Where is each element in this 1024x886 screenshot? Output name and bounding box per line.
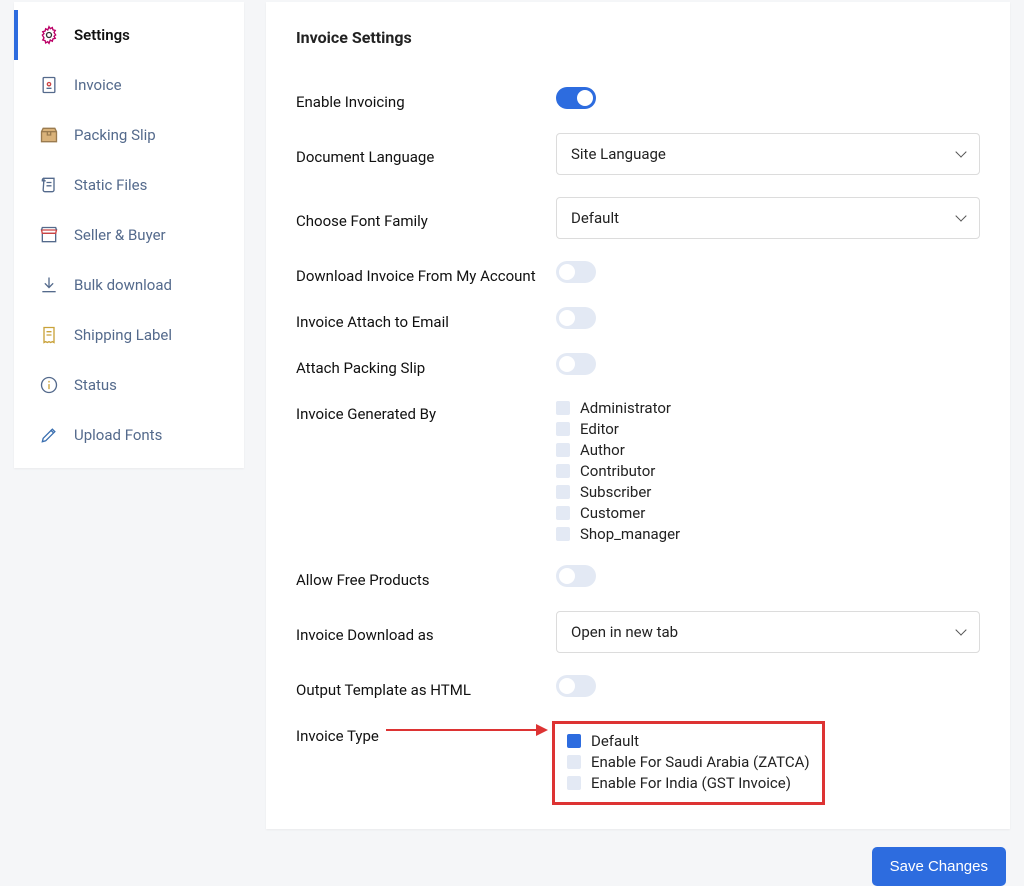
sidebar-item-label: Upload Fonts — [74, 426, 162, 444]
label-font-family: Choose Font Family — [296, 206, 556, 230]
checkbox-editor[interactable]: Editor — [556, 420, 980, 438]
sidebar-item-label: Seller & Buyer — [74, 226, 166, 244]
checkbox-author[interactable]: Author — [556, 441, 980, 459]
select-font-family[interactable]: Default — [556, 197, 980, 239]
sidebar-item-label: Packing Slip — [74, 126, 156, 144]
sidebar-item-seller-buyer[interactable]: Seller & Buyer — [14, 210, 244, 260]
scroll-icon — [38, 174, 60, 196]
radio-label: Default — [591, 732, 639, 750]
sidebar-item-settings[interactable]: Settings — [14, 10, 244, 60]
checkbox-label: Editor — [580, 420, 619, 438]
pen-icon — [38, 424, 60, 446]
label-download-as: Invoice Download as — [296, 620, 556, 644]
toggle-allow-free[interactable] — [556, 565, 596, 587]
label-attach-email: Invoice Attach to Email — [296, 307, 556, 331]
sidebar-item-static-files[interactable]: Static Files — [14, 160, 244, 210]
sidebar-item-shipping-label[interactable]: Shipping Label — [14, 310, 244, 360]
select-value: Open in new tab — [571, 623, 678, 641]
radio-label: Enable For India (GST Invoice) — [591, 774, 791, 792]
checkbox-subscriber[interactable]: Subscriber — [556, 483, 980, 501]
chevron-down-icon — [955, 210, 966, 221]
checkbox-label: Shop_manager — [580, 525, 680, 543]
invoice-type-list: Default Enable For Saudi Arabia (ZATCA) … — [567, 732, 810, 792]
checkbox-shop-manager[interactable]: Shop_manager — [556, 525, 980, 543]
store-icon — [38, 224, 60, 246]
radio-gst[interactable]: Enable For India (GST Invoice) — [567, 774, 810, 792]
generated-by-list: Administrator Editor Author Contributor … — [556, 399, 980, 543]
box-icon — [38, 124, 60, 146]
checkbox-label: Contributor — [580, 462, 655, 480]
panel-title: Invoice Settings — [296, 28, 980, 47]
sidebar-item-label: Bulk download — [74, 276, 172, 294]
toggle-attach-packing[interactable] — [556, 353, 596, 375]
save-button[interactable]: Save Changes — [872, 847, 1006, 886]
arrow-annotation — [386, 729, 546, 731]
radio-label: Enable For Saudi Arabia (ZATCA) — [591, 753, 810, 771]
gear-icon — [38, 24, 60, 46]
select-value: Default — [571, 209, 619, 227]
label-attach-packing: Attach Packing Slip — [296, 353, 556, 377]
checkbox-administrator[interactable]: Administrator — [556, 399, 980, 417]
checkbox-label: Author — [580, 441, 625, 459]
radio-zatca[interactable]: Enable For Saudi Arabia (ZATCA) — [567, 753, 810, 771]
chevron-down-icon — [955, 146, 966, 157]
sidebar-item-packing-slip[interactable]: Packing Slip — [14, 110, 244, 160]
sidebar-item-label: Static Files — [74, 176, 147, 194]
toggle-attach-email[interactable] — [556, 307, 596, 329]
label-output-html: Output Template as HTML — [296, 675, 556, 699]
checkbox-label: Customer — [580, 504, 645, 522]
label-allow-free: Allow Free Products — [296, 565, 556, 589]
label-download-account: Download Invoice From My Account — [296, 261, 556, 285]
receipt-icon — [38, 324, 60, 346]
toggle-download-account[interactable] — [556, 261, 596, 283]
sidebar-item-status[interactable]: Status — [14, 360, 244, 410]
toggle-output-html[interactable] — [556, 675, 596, 697]
info-icon — [38, 374, 60, 396]
select-download-as[interactable]: Open in new tab — [556, 611, 980, 653]
sidebar-item-upload-fonts[interactable]: Upload Fonts — [14, 410, 244, 460]
label-generated-by: Invoice Generated By — [296, 399, 556, 423]
sidebar-item-label: Status — [74, 376, 117, 394]
checkbox-label: Administrator — [580, 399, 671, 417]
footer: Save Changes — [266, 829, 1010, 886]
invoice-icon — [38, 74, 60, 96]
sidebar-item-bulk-download[interactable]: Bulk download — [14, 260, 244, 310]
label-enable-invoicing: Enable Invoicing — [296, 87, 556, 111]
toggle-enable-invoicing[interactable] — [556, 87, 596, 109]
sidebar: Settings Invoice Packing Slip — [14, 2, 244, 468]
checkbox-customer[interactable]: Customer — [556, 504, 980, 522]
sidebar-item-invoice[interactable]: Invoice — [14, 60, 244, 110]
checkbox-label: Subscriber — [580, 483, 651, 501]
highlight-box: Default Enable For Saudi Arabia (ZATCA) … — [552, 721, 825, 805]
sidebar-item-label: Invoice — [74, 76, 122, 94]
label-document-language: Document Language — [296, 142, 556, 166]
label-invoice-type: Invoice Type — [296, 721, 556, 745]
sidebar-item-label: Shipping Label — [74, 326, 172, 344]
settings-panel: Invoice Settings Enable Invoicing Docume… — [266, 2, 1010, 829]
download-icon — [38, 274, 60, 296]
sidebar-item-label: Settings — [74, 26, 130, 44]
select-document-language[interactable]: Site Language — [556, 133, 980, 175]
select-value: Site Language — [571, 145, 666, 163]
checkbox-contributor[interactable]: Contributor — [556, 462, 980, 480]
chevron-down-icon — [955, 624, 966, 635]
radio-default[interactable]: Default — [567, 732, 810, 750]
